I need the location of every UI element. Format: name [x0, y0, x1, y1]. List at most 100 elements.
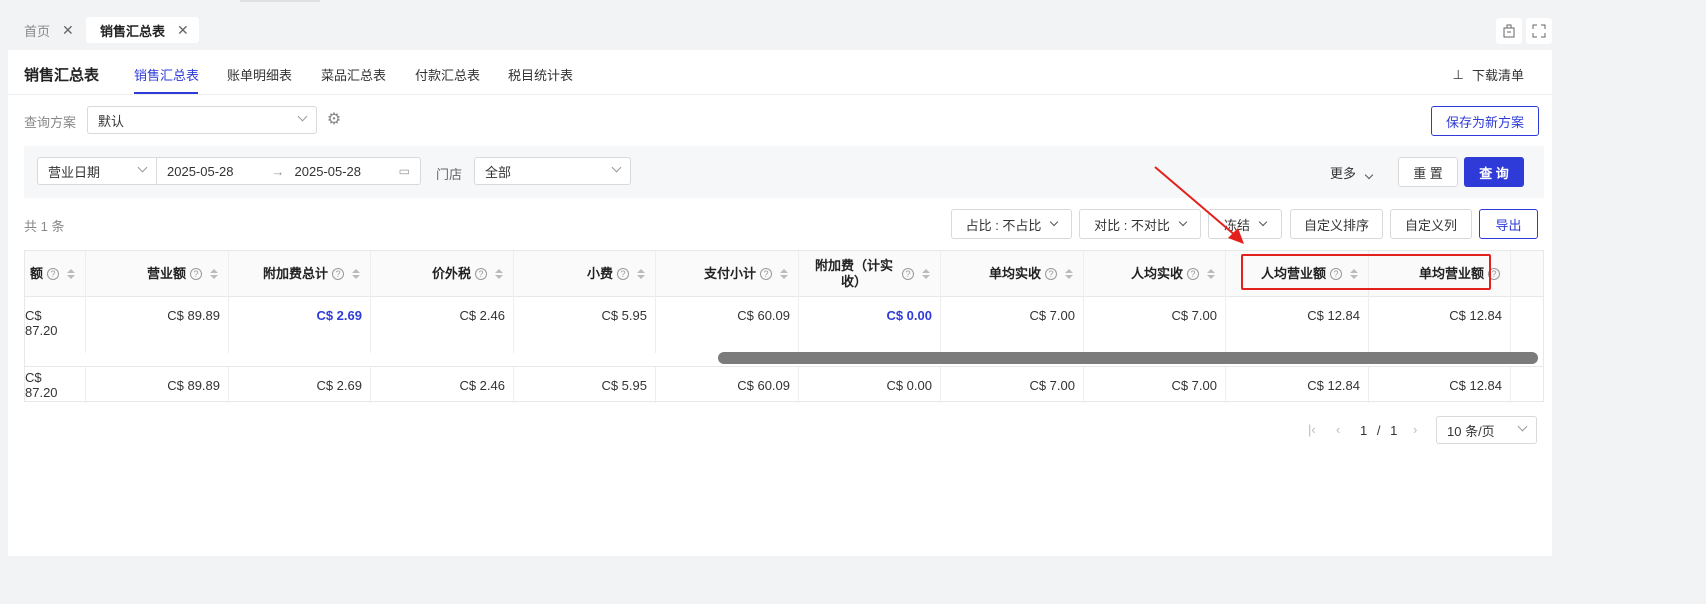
save-scheme-button[interactable]: 保存为新方案	[1431, 106, 1539, 136]
column-header[interactable]: 附加费总计?	[229, 251, 371, 297]
store-select[interactable]: 全部	[474, 157, 631, 185]
prev-page-icon[interactable]: ‹	[1336, 422, 1340, 437]
chevron-down-icon	[137, 162, 148, 173]
date-range-picker[interactable]: 2025-05-28 → 2025-05-28 ▭	[156, 157, 421, 185]
more-filters-button[interactable]: 更多	[1330, 163, 1374, 182]
chevron-down-icon	[611, 162, 622, 173]
store-value: 全部	[485, 164, 512, 180]
help-icon[interactable]: ?	[617, 268, 629, 280]
sort-icon[interactable]	[495, 269, 503, 279]
sort-icon[interactable]	[780, 269, 788, 279]
column-header[interactable]: 附加费（计实收）?	[799, 251, 941, 297]
freeze-label: 冻结	[1223, 217, 1250, 233]
column-header[interactable]: 营业额?	[86, 251, 229, 297]
calendar-icon: ▭	[398, 164, 410, 178]
help-icon[interactable]: ?	[47, 268, 59, 280]
table-cell: C$ 60.09	[656, 297, 799, 353]
reset-button[interactable]: 重 置	[1398, 157, 1458, 187]
ratio-dropdown[interactable]: 占比 : 不占比	[951, 209, 1072, 239]
close-icon[interactable]: ✕	[177, 22, 189, 39]
table-cell: C$ 12.84	[1369, 297, 1511, 353]
gear-icon[interactable]: ⚙	[325, 111, 343, 129]
download-button[interactable]: ⊥ 下载清单	[1453, 65, 1524, 84]
scheme-value: 默认	[98, 113, 125, 129]
chevron-down-icon	[1364, 170, 1374, 180]
export-button[interactable]: 导出	[1479, 209, 1538, 239]
column-header[interactable]: 小费?	[514, 251, 656, 297]
table-cell-link[interactable]: C$ 2.69	[229, 297, 371, 353]
date-type-value: 营业日期	[48, 164, 101, 180]
download-label: 下载清单	[1471, 68, 1524, 83]
close-icon[interactable]: ✕	[62, 22, 74, 39]
active-tab-indicator	[134, 92, 198, 94]
building-icon[interactable]	[1496, 18, 1522, 44]
page-size-select[interactable]: 10 条/页	[1436, 416, 1537, 444]
download-icon: ⊥	[1452, 66, 1464, 82]
sort-icon[interactable]	[352, 269, 360, 279]
chevron-down-icon	[297, 111, 308, 122]
table-row: C$ 87.20 C$ 89.89 C$ 2.69 C$ 2.46 C$ 5.9…	[25, 297, 1543, 353]
table-cell: C$ 89.89	[86, 367, 229, 403]
table-cell: C$ 7.00	[1084, 367, 1226, 403]
first-page-icon[interactable]: |‹	[1308, 422, 1316, 437]
table-cell: C$ 12.84	[1226, 367, 1369, 403]
help-icon[interactable]: ?	[760, 268, 772, 280]
compare-dropdown[interactable]: 对比 : 不对比	[1079, 209, 1201, 239]
sort-icon[interactable]	[637, 269, 645, 279]
freeze-dropdown[interactable]: 冻结	[1208, 209, 1282, 239]
page-tab-sales-summary[interactable]: 销售汇总表 ✕	[86, 17, 199, 43]
tab-tax-statistics[interactable]: 税目统计表	[508, 65, 573, 84]
more-label: 更多	[1330, 166, 1357, 181]
table-cell: C$ 7.00	[941, 367, 1084, 403]
page-indicator: 1 / 1	[1360, 423, 1397, 438]
column-header[interactable]: 人均实收?	[1084, 251, 1226, 297]
help-icon[interactable]: ?	[332, 268, 344, 280]
page-tab-bar: 首页 ✕ 销售汇总表 ✕	[0, 0, 1568, 50]
query-button[interactable]: 查 询	[1464, 157, 1524, 187]
table-cell: C$ 5.95	[514, 297, 656, 353]
column-header[interactable]: 单均实收?	[941, 251, 1084, 297]
fullscreen-icon[interactable]	[1526, 18, 1552, 44]
ratio-label: 占比 : 不占比	[965, 217, 1042, 233]
sort-icon[interactable]	[67, 269, 75, 279]
next-page-icon[interactable]: ›	[1413, 422, 1417, 437]
table-cell: C$ 12.84	[1226, 297, 1369, 353]
page-tab-home[interactable]: 首页 ✕	[10, 17, 84, 43]
report-title: 销售汇总表	[24, 67, 100, 84]
column-header[interactable]: 价外税?	[371, 251, 514, 297]
chevron-down-icon	[1178, 217, 1188, 227]
help-icon[interactable]: ?	[1187, 268, 1199, 280]
tab-payment-summary[interactable]: 付款汇总表	[415, 65, 480, 84]
chevron-down-icon	[1517, 421, 1528, 432]
page-size-value: 10 条/页	[1447, 423, 1495, 439]
annotation-highlight-box	[1241, 254, 1491, 290]
sort-icon[interactable]	[1207, 269, 1215, 279]
column-header[interactable]: 额?	[25, 251, 86, 297]
sort-icon[interactable]	[1065, 269, 1073, 279]
scheme-select[interactable]: 默认	[87, 106, 317, 134]
help-icon[interactable]: ?	[190, 268, 202, 280]
table-cell: C$ 5.95	[514, 367, 656, 403]
sort-icon[interactable]	[210, 269, 218, 279]
table-cell: C$ 7.00	[941, 297, 1084, 353]
sort-icon[interactable]	[922, 269, 930, 279]
table-cell: C$ 0.00	[799, 367, 941, 403]
help-icon[interactable]: ?	[1045, 268, 1057, 280]
table-cell: C$ 2.46	[371, 367, 514, 403]
help-icon[interactable]: ?	[902, 268, 914, 280]
custom-sort-button[interactable]: 自定义排序	[1290, 209, 1383, 239]
table-cell-link[interactable]: C$ 0.00	[799, 297, 941, 353]
table-cell: C$ 7.00	[1084, 297, 1226, 353]
help-icon[interactable]: ?	[475, 268, 487, 280]
record-count: 共 1 条	[24, 219, 65, 234]
custom-columns-button[interactable]: 自定义列	[1390, 209, 1472, 239]
tab-sales-summary[interactable]: 销售汇总表	[134, 65, 199, 84]
horizontal-scrollbar[interactable]	[718, 352, 1538, 364]
report-nav: 销售汇总表 销售汇总表 账单明细表 菜品汇总表 付款汇总表 税目统计表 ⊥ 下载…	[8, 50, 1552, 95]
tab-dish-summary[interactable]: 菜品汇总表	[321, 65, 386, 84]
column-header[interactable]: 支付小计?	[656, 251, 799, 297]
tab-bill-detail[interactable]: 账单明细表	[227, 65, 292, 84]
table-cell: C$ 2.69	[229, 367, 371, 403]
date-type-select[interactable]: 营业日期	[37, 157, 157, 185]
page-separator: /	[1376, 423, 1381, 438]
